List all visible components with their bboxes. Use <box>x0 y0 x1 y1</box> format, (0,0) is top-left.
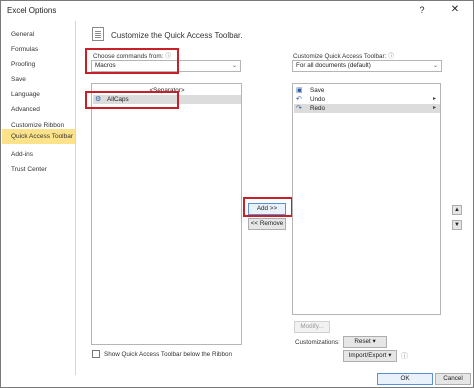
move-down-button[interactable]: ▼ <box>452 220 462 230</box>
customize-toolbar-text: Customize Quick Access Toolbar: <box>293 53 387 60</box>
available-commands-list[interactable]: <Separator> ⚙ AllCaps <box>91 83 242 345</box>
help-button[interactable]: ? <box>415 3 429 17</box>
sidebar-item-save[interactable]: Save <box>2 72 75 87</box>
reset-label: Reset <box>354 338 371 345</box>
chevron-down-icon: ⌄ <box>231 63 237 69</box>
ok-button[interactable]: OK <box>377 373 433 385</box>
excel-options-dialog: Excel Options ? ✕ General Formulas Proof… <box>0 0 474 388</box>
sidebar-item-language[interactable]: Language <box>2 87 75 102</box>
sidebar-item-proofing[interactable]: Proofing <box>2 57 75 72</box>
undo-icon: ↶ <box>296 96 302 103</box>
list-item-label: Save <box>310 87 325 94</box>
highlight-add-button <box>243 197 293 217</box>
sidebar-item-add-ins[interactable]: Add-ins <box>2 147 75 162</box>
cancel-button[interactable]: Cancel <box>435 373 471 385</box>
customizations-label: Customizations: <box>295 339 340 346</box>
quick-access-toolbar-icon <box>92 27 104 41</box>
remove-button[interactable]: << Remove <box>248 218 286 230</box>
sidebar-item-trust-center[interactable]: Trust Center <box>2 162 75 177</box>
import-export-label: Import/Export <box>348 352 387 359</box>
expand-arrow-icon[interactable]: ▸ <box>433 104 436 113</box>
chevron-down-icon: ▾ <box>388 352 392 359</box>
customize-toolbar-value: For all documents (default) <box>296 62 371 69</box>
chevron-down-icon: ▾ <box>372 338 376 345</box>
close-button[interactable]: ✕ <box>445 3 465 17</box>
customize-toolbar-label: Customize Quick Access Toolbar: ⓘ <box>293 51 394 60</box>
title-bar: Excel Options ? ✕ <box>1 1 473 21</box>
window-title: Excel Options <box>7 6 57 15</box>
redo-icon: ↷ <box>296 105 302 112</box>
reset-button[interactable]: Reset ▾ <box>343 336 387 348</box>
customize-toolbar-select[interactable]: For all documents (default) ⌄ <box>292 60 442 72</box>
expand-arrow-icon[interactable]: ▸ <box>433 95 436 104</box>
modify-button[interactable]: Modify... <box>294 321 330 333</box>
show-below-ribbon-label: Show Quick Access Toolbar below the Ribb… <box>104 351 232 358</box>
list-item-undo[interactable]: ↶ Undo ▸ <box>294 95 440 104</box>
show-below-ribbon-checkbox[interactable] <box>92 350 100 358</box>
highlight-allcaps <box>85 91 179 109</box>
sidebar-item-advanced[interactable]: Advanced <box>2 102 75 117</box>
sidebar-item-formulas[interactable]: Formulas <box>2 42 75 57</box>
list-item-redo[interactable]: ↷ Redo ▸ <box>294 104 440 113</box>
options-sidebar: General Formulas Proofing Save Language … <box>2 21 76 375</box>
sidebar-item-quick-access-toolbar[interactable]: Quick Access Toolbar <box>2 129 75 144</box>
import-export-button[interactable]: Import/Export ▾ <box>343 350 397 362</box>
page-title: Customize the Quick Access Toolbar. <box>111 31 243 40</box>
info-icon: ⓘ <box>401 353 408 360</box>
toolbar-commands-list[interactable]: ▣ Save ↶ Undo ▸ ↷ Redo ▸ <box>292 83 441 315</box>
chevron-down-icon: ⌄ <box>432 63 438 69</box>
highlight-choose-commands <box>85 48 179 74</box>
list-item-label: Undo <box>310 96 326 103</box>
sidebar-item-general[interactable]: General <box>2 27 75 42</box>
list-item-save[interactable]: ▣ Save <box>294 86 440 95</box>
move-up-button[interactable]: ▲ <box>452 205 462 215</box>
list-item-label: Redo <box>310 105 326 112</box>
save-icon: ▣ <box>296 87 303 94</box>
